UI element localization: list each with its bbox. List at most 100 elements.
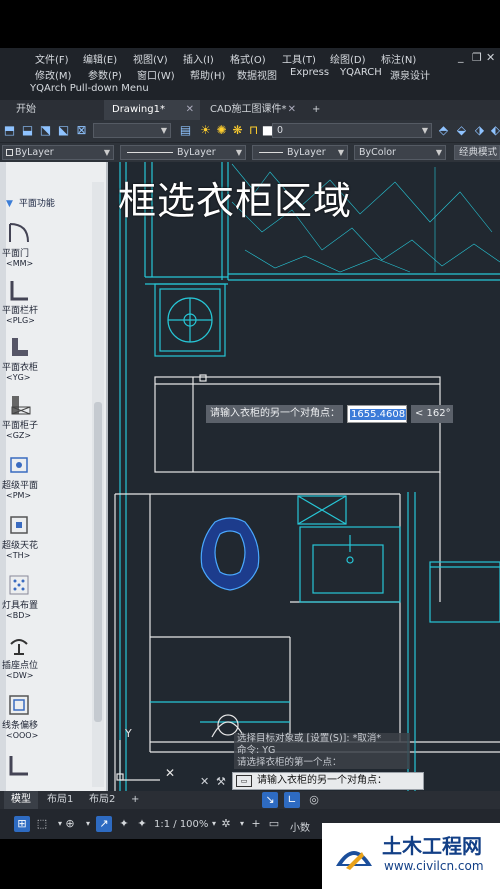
fullscreen-icon[interactable]: ▭ [266, 816, 282, 832]
sun-icon[interactable]: ✺ [214, 123, 229, 138]
palette-item-offset[interactable]: 线条偏移 <OOO> [2, 692, 48, 740]
watermark: 土木工程网 www.civilcn.com [322, 823, 500, 889]
line-sample-icon [259, 152, 283, 153]
make-current-icon[interactable]: ⬘ [436, 123, 451, 138]
offset-icon [6, 692, 32, 718]
annotation-icon[interactable]: ✦ [116, 816, 132, 832]
palette-item-cmd: <TH> [6, 551, 31, 560]
menu-edit[interactable]: 编辑(E) [83, 51, 117, 66]
isodraft-icon[interactable]: ⊕ [62, 816, 78, 832]
menu-dimension[interactable]: 标注(N) [381, 51, 416, 66]
palette-item-ceiling[interactable]: 超级天花 <TH> [2, 512, 48, 560]
tab-start[interactable]: 开始 [8, 100, 100, 120]
palette-item-cmd: <OOO> [6, 731, 39, 740]
restore-icon[interactable]: ❐ [472, 51, 482, 64]
osnap-icon[interactable]: ◎ [306, 792, 322, 808]
layer-combo[interactable]: 0 ▼ [272, 123, 432, 138]
color-combo[interactable]: ByLayer ▼ [2, 145, 114, 160]
menu-file[interactable]: 文件(F) [35, 51, 69, 66]
civilcn-logo-icon [336, 851, 372, 870]
grid-icon[interactable]: ⊞ [14, 816, 30, 832]
cabinet-icon [6, 392, 32, 418]
menu-dataview[interactable]: 数据视图 [237, 67, 277, 82]
menu-yqarch[interactable]: YQARCH [340, 67, 382, 78]
close-cmd-icon[interactable]: ✕ [200, 775, 209, 788]
layer-previous-icon[interactable]: ⬙ [454, 123, 469, 138]
palette-item-next[interactable] [2, 752, 48, 778]
dynamic-input-prompt: 请输入衣柜的另一个对角点： [206, 405, 343, 423]
tab-layout2[interactable]: 布局2 [82, 791, 122, 809]
toilet-fixture [154, 283, 226, 357]
menu-window[interactable]: 窗口(W) [137, 67, 175, 82]
menu-parameter[interactable]: 参数(P) [88, 67, 122, 82]
menu-insert[interactable]: 插入(I) [183, 51, 214, 66]
close-icon[interactable]: ✕ [186, 100, 194, 120]
palette-scrollbar[interactable] [92, 182, 104, 787]
lineweight-combo[interactable]: ByLayer ▼ [252, 145, 348, 160]
palette-item-wardrobe[interactable]: 平面衣柜 <YG> [2, 334, 48, 382]
wardrobe-icon [6, 334, 32, 360]
annotation-scale-icon[interactable]: ✦ [134, 816, 150, 832]
menu-modify[interactable]: 修改(M) [35, 67, 71, 82]
add-icon[interactable]: + [248, 816, 264, 832]
layer-lock-icon[interactable]: ⊠ [74, 123, 89, 138]
palette-item-door[interactable]: 平面门 <MM> [2, 220, 48, 268]
tab-cad-course[interactable]: CAD施工图课件* ✕ [202, 100, 302, 120]
palette-item-lamp[interactable]: 灯具布置 <BD> [2, 572, 48, 620]
tab-layout1[interactable]: 布局1 [40, 791, 80, 809]
palette-item-label: 平面柜子 [2, 421, 39, 431]
close-icon[interactable]: ✕ [288, 100, 296, 120]
menu-format[interactable]: 格式(O) [230, 51, 266, 66]
super-plan-icon [6, 452, 32, 478]
gear-icon[interactable]: ✲ [218, 816, 234, 832]
dropdown-icon[interactable]: ▾ [80, 816, 96, 832]
new-tab-button[interactable]: + [306, 100, 326, 120]
match-prop-icon[interactable]: ⬒ [2, 123, 17, 138]
tab-drawing1[interactable]: Drawing1* ✕ [104, 100, 200, 120]
scale-readout[interactable]: 1:1 / 100% [154, 819, 208, 830]
layer-walk-icon[interactable]: ⬗ [472, 123, 487, 138]
workspace-combo[interactable]: 经典模式 [454, 145, 500, 160]
dynamic-input-value[interactable]: 1655.4608 [347, 405, 407, 423]
menu-express[interactable]: Express [290, 67, 329, 78]
wrench-icon[interactable]: ⚒ [216, 775, 226, 788]
menu-yuanquan[interactable]: 源泉设计 [390, 67, 430, 82]
minimize-icon[interactable]: _ [458, 50, 464, 63]
railing-icon [6, 277, 32, 303]
units-readout[interactable]: 小数 [290, 819, 310, 834]
layer-props-icon[interactable]: ▤ [178, 123, 193, 138]
app-frame: 文件(F) 编辑(E) 视图(V) 插入(I) 格式(O) 工具(T) 绘图(D… [0, 0, 500, 889]
linetype-combo[interactable]: ByLayer ▼ [120, 145, 246, 160]
menu-help[interactable]: 帮助(H) [190, 67, 225, 82]
freeze-icon[interactable]: ❋ [230, 123, 245, 138]
object-track-icon[interactable]: ↗ [96, 816, 112, 832]
layer-merge-icon[interactable]: ⬖ [488, 123, 500, 138]
close-icon[interactable]: ✕ [486, 51, 495, 64]
palette-section-header[interactable]: ▼ 平面功能 [6, 196, 55, 209]
layer-iso-icon[interactable]: ⬔ [38, 123, 53, 138]
plotstyle-combo[interactable]: ByColor ▼ [354, 145, 446, 160]
menu-draw[interactable]: 绘图(D) [330, 51, 366, 66]
menu-tools[interactable]: 工具(T) [282, 51, 316, 66]
named-views-combo[interactable]: ▼ [93, 123, 171, 138]
command-history-line: 命令: YG [234, 745, 410, 757]
tab-label: 布局1 [47, 794, 74, 805]
lightbulb-icon[interactable]: ☀ [198, 123, 213, 138]
layer-state-icon[interactable]: ⬓ [20, 123, 35, 138]
palette-item-super-plan[interactable]: 超级平面 <PM> [2, 452, 48, 500]
menu-yqarch-pulldown[interactable]: YQArch Pull-down Menu [30, 83, 149, 94]
palette-item-railing[interactable]: 平面栏杆 <PLG> [2, 277, 48, 325]
polar-icon[interactable]: ↘ [262, 792, 278, 808]
tab-model[interactable]: 模型 [4, 791, 38, 809]
lock-icon[interactable]: ⊓ [246, 123, 261, 138]
layer-freeze-icon[interactable]: ⬕ [56, 123, 71, 138]
add-layout-button[interactable]: + [124, 791, 146, 809]
palette-item-cabinet[interactable]: 平面柜子 <GZ> [2, 392, 48, 440]
palette-item-socket[interactable]: 插座点位 <DW> [2, 632, 48, 680]
scrollbar-thumb[interactable] [94, 402, 102, 722]
snap-icon[interactable]: ⬚ [34, 816, 50, 832]
menu-view[interactable]: 视图(V) [133, 51, 168, 66]
command-line-input[interactable]: ▭ 请输入衣柜的另一个对角点： [232, 772, 424, 790]
dynamic-input-angle[interactable]: < 162° [411, 405, 453, 423]
ortho-icon[interactable]: ∟ [284, 792, 300, 808]
